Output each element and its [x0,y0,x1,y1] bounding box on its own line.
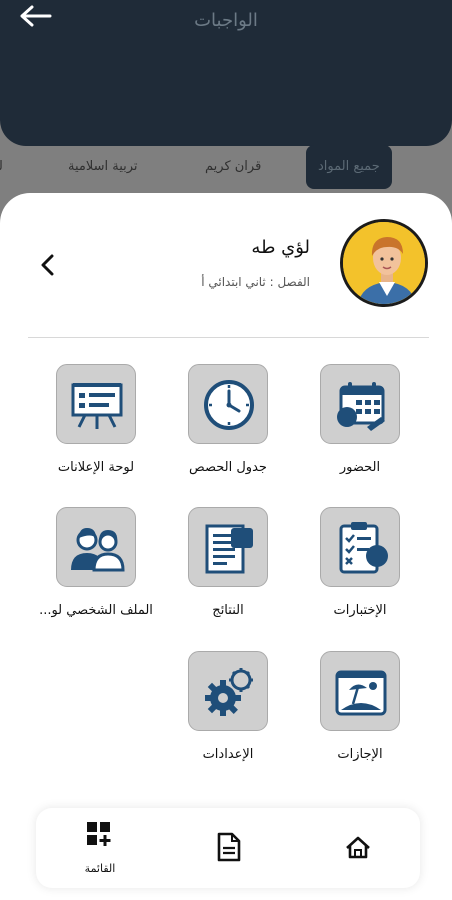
results-button[interactable] [188,507,268,587]
report-document-icon [205,524,253,574]
class-schedule-label: جدول الحصص [189,460,267,475]
presentation-board-icon [71,383,123,429]
tab-islamic-education[interactable]: تربية اسلامية [68,145,138,189]
announcements-button[interactable] [56,364,136,444]
exams-button[interactable] [320,507,400,587]
divider [28,337,429,338]
background-title: الواجبات [194,10,258,31]
exams-label: الإختبارات [333,603,387,618]
attendance-label: الحضور [339,460,381,475]
chevron-left-icon[interactable] [34,250,62,280]
announcements-label: لوحة الإعلانات [57,460,135,475]
parent-profile-button[interactable] [56,507,136,587]
results-label: النتائج [212,603,244,618]
parents-icon [71,528,125,572]
settings-button[interactable] [188,651,268,731]
tab-language[interactable]: لغ [0,145,3,189]
calendar-icon [337,382,385,431]
clock-icon [204,380,254,430]
tab-all-subjects[interactable]: جميع المواد [306,145,392,189]
parent-profile-label: الملف الشخصي لو... [39,603,153,618]
nav-documents[interactable] [188,808,268,888]
vacation-icon [335,670,387,716]
vacations-button[interactable] [320,651,400,731]
nav-home[interactable] [318,808,398,888]
background-header: الواجبات [0,0,452,146]
class-schedule-button[interactable] [188,364,268,444]
settings-gears-icon [205,668,253,716]
bottom-navigation: القائمة [36,808,420,888]
grid-add-icon [87,822,111,846]
settings-label: الإعدادات [202,747,254,762]
avatar [340,219,428,307]
tab-quran[interactable]: قران كريم [205,145,261,189]
home-icon [346,836,370,859]
nav-menu-label: القائمة [84,862,116,875]
user-class: الفصل : ثاني ابتدائي أ [201,275,310,289]
document-icon [217,832,241,862]
user-name: لؤي طه [251,237,310,258]
checklist-icon [339,522,388,574]
vacations-label: الإجازات [337,747,383,762]
background-subject-tabs: جميع المواد قران كريم تربية اسلامية لغ [0,145,452,189]
nav-menu[interactable]: القائمة [60,808,140,888]
attendance-button[interactable] [320,364,400,444]
